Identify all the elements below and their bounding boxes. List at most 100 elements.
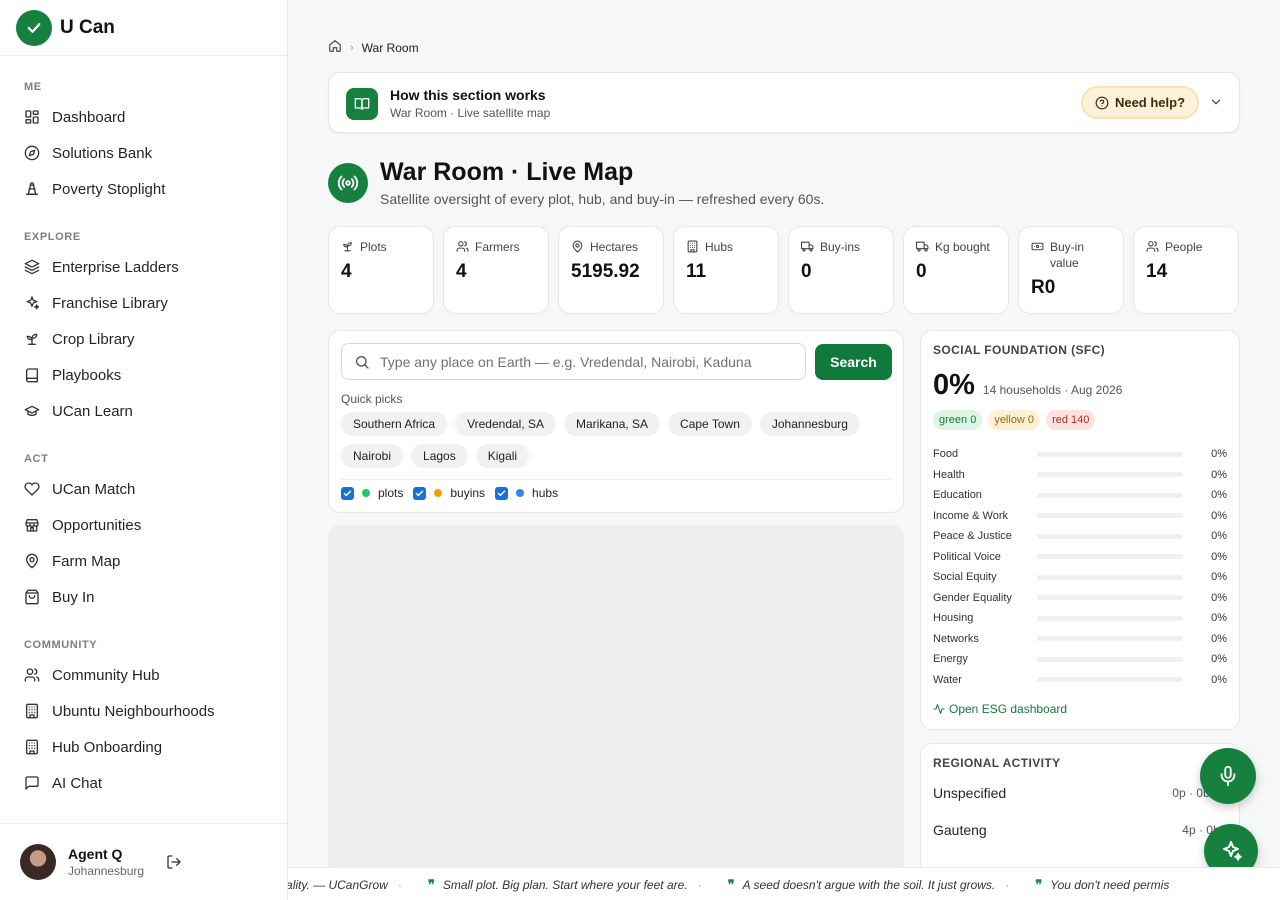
dimension-progress-bar — [1037, 656, 1183, 662]
stat-card-hectares: Hectares 5195.92 — [558, 226, 664, 314]
dimension-percent: 0% — [1211, 509, 1227, 522]
stat-label-row: Kg bought — [916, 239, 996, 255]
stat-value: 0 — [801, 261, 812, 282]
dimension-name: Gender Equality — [933, 591, 1012, 604]
quote-text: Small plot. Big plan. Start where your f… — [442, 878, 688, 892]
search-box[interactable] — [341, 343, 806, 380]
sidebar-item-ucan-learn[interactable]: UCan Learn — [24, 393, 263, 429]
brand[interactable]: U Can — [0, 0, 287, 56]
sidebar-item-hub-onboarding[interactable]: Hub Onboarding — [24, 729, 263, 765]
sidebar-item-ucan-match[interactable]: UCan Match — [24, 471, 263, 507]
separator-dot: · — [397, 878, 402, 892]
sfc-dimension-row: Political Voice 0% — [933, 547, 1227, 568]
sidebar-item-ai-chat[interactable]: AI Chat — [24, 765, 263, 801]
quick-pick-chip[interactable]: Johannesburg — [759, 412, 860, 436]
sfc-dimension-row: Income & Work 0% — [933, 506, 1227, 527]
quick-pick-chip[interactable]: Cape Town — [668, 412, 752, 436]
dimension-progress-bar — [1037, 533, 1183, 539]
chat-icon — [24, 775, 52, 791]
shopping-bag-icon — [24, 589, 52, 605]
building-icon — [24, 739, 52, 755]
stat-label: People — [1165, 240, 1203, 254]
stat-label: Farmers — [475, 240, 520, 254]
dimension-name: Political Voice — [933, 550, 1001, 563]
sidebar-item-buy-in[interactable]: Buy In — [24, 579, 263, 615]
user-location: Johannesburg — [68, 864, 145, 878]
sidebar-item-label: AI Chat — [52, 774, 103, 792]
stat-card-plots: Plots 4 — [328, 226, 434, 314]
quick-pick-chip[interactable]: Vredendal, SA — [455, 412, 557, 436]
search-button[interactable]: Search — [815, 344, 892, 380]
logout-icon[interactable] — [166, 854, 182, 875]
sidebar-item-ubuntu-neighbourhoods[interactable]: Ubuntu Neighbourhoods — [24, 693, 263, 729]
avatar[interactable] — [20, 844, 56, 880]
sidebar-item-farm-map[interactable]: Farm Map — [24, 543, 263, 579]
search-panel: Search Quick picks Southern Africa Vreden… — [328, 330, 904, 513]
layer-checkbox-plots[interactable] — [341, 486, 354, 500]
dashboard-icon — [24, 109, 52, 125]
compass-icon — [24, 145, 52, 161]
separator-dot: · — [1005, 878, 1010, 892]
sfc-dimension-row: Food 0% — [933, 444, 1227, 465]
voice-mic-button[interactable] — [1200, 748, 1256, 804]
dimension-percent: 0% — [1211, 448, 1227, 461]
book-icon — [24, 367, 52, 383]
user-profile[interactable]: Agent Q Johannesburg — [0, 823, 287, 900]
users-icon — [1146, 239, 1165, 253]
stat-label-row: Buy-in value — [1031, 239, 1111, 271]
regional-row[interactable]: Gauteng 4p · 0b · — [933, 811, 1227, 848]
need-help-button[interactable]: Need help? — [1081, 86, 1199, 119]
stat-value: 14 — [1146, 261, 1168, 282]
layer-checkbox-hubs[interactable] — [495, 486, 509, 500]
sparkles-icon — [1223, 841, 1242, 861]
dimension-progress-bar — [1037, 677, 1183, 683]
sidebar-item-playbooks[interactable]: Playbooks — [24, 357, 263, 393]
quote-mark-icon: ❞ — [727, 877, 735, 892]
layer-checkbox-buyins[interactable] — [413, 486, 427, 500]
quick-pick-chip[interactable]: Nairobi — [341, 444, 404, 468]
dimension-percent: 0% — [1211, 468, 1227, 481]
quick-pick-chip[interactable]: Southern Africa — [341, 412, 448, 436]
sidebar-item-label: Dashboard — [52, 108, 126, 126]
chevron-down-icon[interactable] — [1209, 95, 1223, 114]
help-title: How this section works — [390, 87, 546, 103]
quick-pick-chip[interactable]: Kigali — [475, 444, 530, 468]
place-search-input[interactable] — [380, 353, 790, 370]
quick-picks-label: Quick picks — [341, 392, 403, 406]
dimension-progress-bar — [1037, 554, 1183, 560]
sidebar-item-crop-library[interactable]: Crop Library — [24, 321, 263, 357]
layer-color-dot — [362, 489, 370, 497]
quote-text: You don't need permis — [1050, 878, 1170, 892]
quick-pick-chip[interactable]: Lagos — [411, 444, 468, 468]
sidebar-item-poverty-stoplight[interactable]: Poverty Stoplight — [24, 171, 263, 207]
stat-card-kg-bought: Kg bought 0 — [903, 226, 1009, 314]
check-logo-icon — [16, 9, 52, 46]
stat-label: Buy-ins — [820, 240, 861, 254]
sprout-icon — [341, 239, 360, 253]
sidebar-item-dashboard[interactable]: Dashboard — [24, 99, 263, 135]
sidebar-item-enterprise-ladders[interactable]: Enterprise Ladders — [24, 249, 263, 285]
ticker-quote: ❞ A seed doesn't argue with the soil. It … — [728, 877, 1010, 893]
home-icon[interactable] — [328, 39, 342, 56]
chevron-right-icon: › — [350, 41, 354, 54]
help-panel[interactable]: How this section works War Room · Live s… — [328, 72, 1240, 133]
regional-heading: REGIONAL ACTIVITY — [933, 756, 1061, 770]
open-esg-link[interactable]: Open ESG dashboard — [933, 702, 1227, 716]
quick-pick-chip[interactable]: Marikana, SA — [564, 412, 661, 436]
sidebar-item-solutions-bank[interactable]: Solutions Bank — [24, 135, 263, 171]
sidebar-item-franchise-library[interactable]: Franchise Library — [24, 285, 263, 321]
sparkles-icon — [24, 295, 52, 311]
search-icon — [356, 355, 369, 369]
separator-dot: · — [697, 878, 702, 892]
nav-section-heading: ME — [24, 81, 42, 93]
sidebar-item-community-hub[interactable]: Community Hub — [24, 657, 263, 693]
dimension-name: Food — [933, 448, 959, 461]
layer-label: hubs — [532, 486, 559, 500]
satellite-map[interactable] — [328, 525, 904, 867]
activity-icon — [933, 704, 945, 714]
dimension-progress-bar — [1037, 636, 1183, 642]
sidebar-item-opportunities[interactable]: Opportunities — [24, 507, 263, 543]
sidebar-item-label: Enterprise Ladders — [52, 258, 179, 276]
regional-row[interactable]: Unspecified 0p · 0b · 1 — [933, 774, 1227, 811]
sidebar-nav: ME Dashboard Solutions Bank Poverty Stoplig… — [0, 81, 287, 801]
